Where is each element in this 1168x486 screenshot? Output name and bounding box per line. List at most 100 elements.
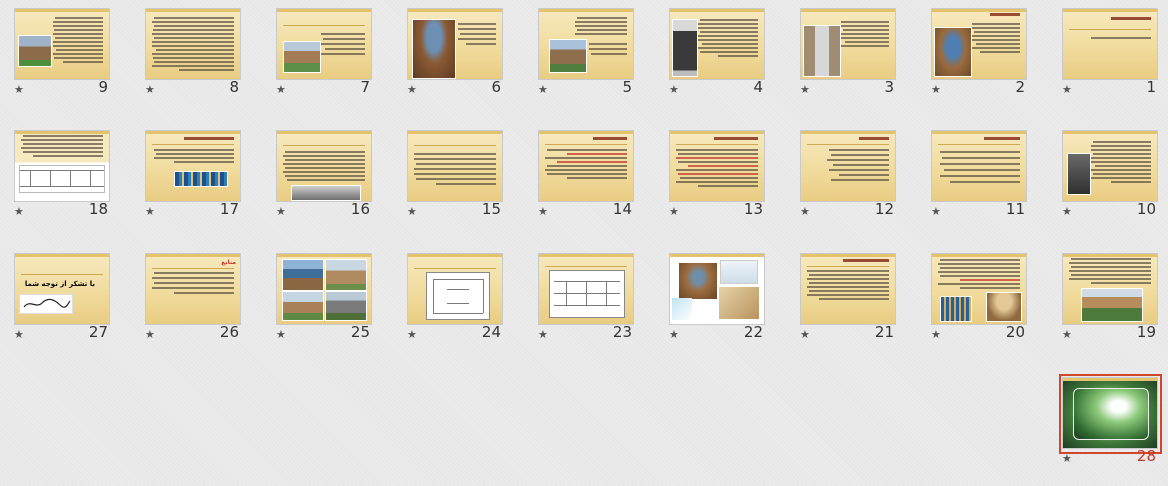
- slide-thumbnail-5[interactable]: ★ 5: [538, 8, 634, 108]
- slide-thumbnail-16[interactable]: ★ 16: [276, 130, 372, 230]
- slide-20-preview[interactable]: [931, 253, 1027, 325]
- slide-5-transition-icon[interactable]: ★: [538, 84, 548, 96]
- slide-27-transition-icon[interactable]: ★: [14, 329, 24, 341]
- slide-thumbnail-25[interactable]: ★ 25: [276, 253, 372, 353]
- slide-thumbnail-9[interactable]: ★ 9: [14, 8, 110, 108]
- slide-9-preview[interactable]: [14, 8, 110, 80]
- slide-22-preview[interactable]: [669, 253, 765, 325]
- slide-12-transition-icon[interactable]: ★: [800, 206, 810, 218]
- slide-21-transition-icon[interactable]: ★: [800, 329, 810, 341]
- slide-thumbnail-27[interactable]: با تشکر از توجه شما ★ 27: [14, 253, 110, 353]
- slide-14-preview[interactable]: [538, 130, 634, 202]
- slide-thumbnail-19[interactable]: ★ 19: [1062, 253, 1158, 353]
- slide-8-preview[interactable]: [145, 8, 241, 80]
- slide-18-preview[interactable]: [14, 130, 110, 202]
- slide-3-preview[interactable]: [800, 8, 896, 80]
- slide-thumbnail-24[interactable]: ★ 24: [407, 253, 503, 353]
- slide-11-preview[interactable]: [931, 130, 1027, 202]
- slide-8-transition-icon[interactable]: ★: [145, 84, 155, 96]
- slide-4-image: [672, 19, 698, 77]
- slide-thumbnail-17[interactable]: ★ 17: [145, 130, 241, 230]
- slide-thumbnail-15[interactable]: ★ 15: [407, 130, 503, 230]
- slide-16-transition-icon[interactable]: ★: [276, 206, 286, 218]
- slide-thumbnail-20[interactable]: ★ 20: [931, 253, 1027, 353]
- slide-24-floor-plan: [426, 272, 490, 320]
- slide-15-preview[interactable]: [407, 130, 503, 202]
- slide-5-preview[interactable]: [538, 8, 634, 80]
- slide-22-transition-icon[interactable]: ★: [669, 329, 679, 341]
- slide-7-transition-icon[interactable]: ★: [276, 84, 286, 96]
- slide-thumbnail-11[interactable]: ★ 11: [931, 130, 1027, 230]
- slide-25-transition-icon[interactable]: ★: [276, 329, 286, 341]
- slide-21-preview[interactable]: [800, 253, 896, 325]
- slide-2-preview[interactable]: [931, 8, 1027, 80]
- slide-5-image: [549, 39, 587, 73]
- slide-thumbnail-23[interactable]: ★ 23: [538, 253, 634, 353]
- slide-27-number: 27: [88, 323, 108, 341]
- slide-6-image: [412, 19, 456, 79]
- slide-6-transition-icon[interactable]: ★: [407, 84, 417, 96]
- slide-26-preview[interactable]: منابع: [145, 253, 241, 325]
- slide-thumbnail-12[interactable]: ★ 12: [800, 130, 896, 230]
- slide-10-image: [1067, 153, 1091, 195]
- slide-26-transition-icon[interactable]: ★: [145, 329, 155, 341]
- slide-7-image: [283, 41, 321, 73]
- slide-6-number: 6: [491, 78, 501, 96]
- slide-7-preview[interactable]: [276, 8, 372, 80]
- slide-19-preview[interactable]: [1062, 253, 1158, 325]
- slide-thumbnail-22[interactable]: ★ 22: [669, 253, 765, 353]
- slide-1-transition-icon[interactable]: ★: [1062, 84, 1072, 96]
- slide-2-transition-icon[interactable]: ★: [931, 84, 941, 96]
- slide-4-preview[interactable]: [669, 8, 765, 80]
- slide-17-tile-image: [174, 171, 228, 187]
- slide-thumbnail-13[interactable]: ★ 13: [669, 130, 765, 230]
- slide-thumbnail-8[interactable]: ★ 8: [145, 8, 241, 108]
- slide-11-transition-icon[interactable]: ★: [931, 206, 941, 218]
- slide-20-number: 20: [1005, 323, 1025, 341]
- slide-thumbnail-6[interactable]: ★ 6: [407, 8, 503, 108]
- slide-thumbnail-14[interactable]: ★ 14: [538, 130, 634, 230]
- slide-24-transition-icon[interactable]: ★: [407, 329, 417, 341]
- slide-12-preview[interactable]: [800, 130, 896, 202]
- slide-thumbnail-7[interactable]: ★ 7: [276, 8, 372, 108]
- slide-20-transition-icon[interactable]: ★: [931, 329, 941, 341]
- slide-15-transition-icon[interactable]: ★: [407, 206, 417, 218]
- slide-27-preview[interactable]: با تشکر از توجه شما: [14, 253, 110, 325]
- slide-16-preview[interactable]: [276, 130, 372, 202]
- slide-10-transition-icon[interactable]: ★: [1062, 206, 1072, 218]
- slide-thumbnail-10[interactable]: ★ 10: [1062, 130, 1158, 230]
- slide-17-preview[interactable]: [145, 130, 241, 202]
- slide-thumbnail-28[interactable]: ★ 28: [1062, 377, 1158, 477]
- slide-23-transition-icon[interactable]: ★: [538, 329, 548, 341]
- slide-28-transition-icon[interactable]: ★: [1062, 453, 1072, 465]
- slide-5-number: 5: [622, 78, 632, 96]
- slide-3-image: [803, 25, 841, 77]
- slide-4-transition-icon[interactable]: ★: [669, 84, 679, 96]
- slide-3-transition-icon[interactable]: ★: [800, 84, 810, 96]
- slide-10-preview[interactable]: [1062, 130, 1158, 202]
- slide-13-transition-icon[interactable]: ★: [669, 206, 679, 218]
- slide-21-number: 21: [874, 323, 894, 341]
- slide-24-preview[interactable]: [407, 253, 503, 325]
- slide-thumbnail-3[interactable]: ★ 3: [800, 8, 896, 108]
- slide-19-transition-icon[interactable]: ★: [1062, 329, 1072, 341]
- slide-thumbnail-1[interactable]: ★ 1: [1062, 8, 1158, 108]
- slide-6-preview[interactable]: [407, 8, 503, 80]
- slide-18-transition-icon[interactable]: ★: [14, 206, 24, 218]
- slide-3-number: 3: [884, 78, 894, 96]
- slide-9-transition-icon[interactable]: ★: [14, 84, 24, 96]
- slide-26-heading: منابع: [221, 259, 236, 266]
- slide-17-transition-icon[interactable]: ★: [145, 206, 155, 218]
- slide-25-preview[interactable]: [276, 253, 372, 325]
- slide-thumbnail-4[interactable]: ★ 4: [669, 8, 765, 108]
- slide-thumbnail-18[interactable]: ★ 18: [14, 130, 110, 230]
- slide-22-image-2: [720, 260, 758, 284]
- slide-thumbnail-26[interactable]: منابع ★ 26: [145, 253, 241, 353]
- slide-thumbnail-21[interactable]: ★ 21: [800, 253, 896, 353]
- slide-1-preview[interactable]: [1062, 8, 1158, 80]
- slide-23-preview[interactable]: [538, 253, 634, 325]
- slide-13-preview[interactable]: [669, 130, 765, 202]
- slide-28-preview[interactable]: [1062, 377, 1158, 449]
- slide-thumbnail-2[interactable]: ★ 2: [931, 8, 1027, 108]
- slide-14-transition-icon[interactable]: ★: [538, 206, 548, 218]
